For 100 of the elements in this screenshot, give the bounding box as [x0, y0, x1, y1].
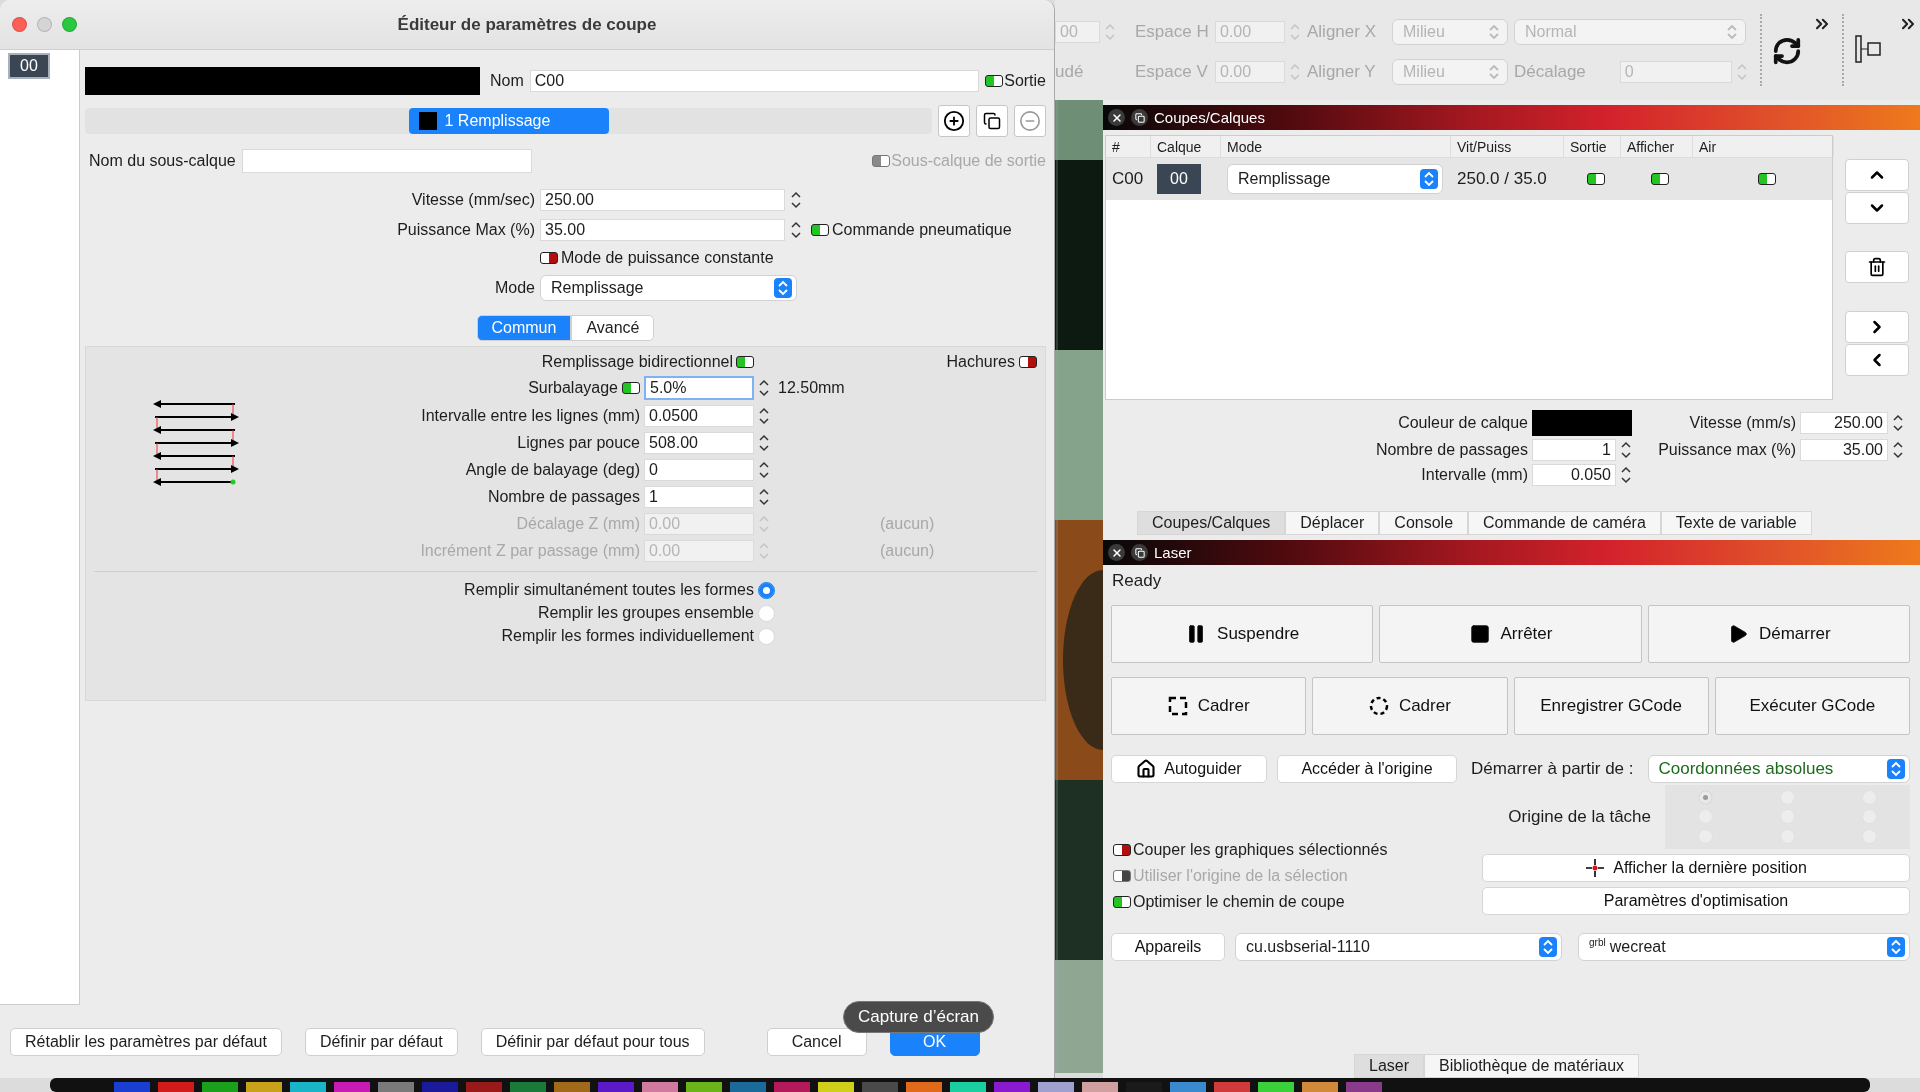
input-field[interactable]: 35.00	[540, 219, 785, 241]
toggle-switch[interactable]	[1757, 173, 1776, 185]
devices-button[interactable]: Appareils	[1111, 933, 1225, 961]
stepper-icon[interactable]	[1620, 439, 1632, 461]
show-position-button[interactable]: Afficher la dernière position	[1482, 854, 1910, 882]
optimization-button[interactable]: Paramètres d'optimisation	[1482, 887, 1910, 915]
delete-button[interactable]	[1845, 251, 1909, 283]
stepper-icon[interactable]	[790, 219, 802, 241]
layer-color-swatch[interactable]	[85, 67, 480, 95]
tab[interactable]: Texte de variable	[1660, 511, 1812, 535]
input-field[interactable]: 250.00	[540, 189, 785, 211]
tab[interactable]: Console	[1379, 511, 1469, 535]
input-field[interactable]: 0	[644, 459, 754, 481]
origin-radio[interactable]	[1698, 790, 1714, 806]
unit-label: (aucun)	[879, 542, 936, 560]
toggle-switch[interactable]	[1019, 356, 1037, 368]
dashed-square-icon	[1167, 696, 1188, 716]
toggle-switch[interactable]	[811, 224, 829, 236]
tab[interactable]: Déplacer	[1285, 511, 1380, 535]
layer-color-swatch[interactable]	[1532, 410, 1632, 436]
radio-button[interactable]	[758, 581, 775, 599]
input-field[interactable]	[241, 149, 532, 173]
origin-button[interactable]: Accéder à l'origine	[1277, 755, 1457, 783]
laser-button[interactable]: Suspendre	[1111, 605, 1374, 663]
laser-button[interactable]: Démarrer	[1647, 605, 1910, 663]
stepper-icon[interactable]	[1892, 412, 1904, 434]
column-header[interactable]: Vit/Puiss	[1451, 136, 1564, 157]
tab[interactable]: Bibliothèque de matériaux	[1424, 1054, 1640, 1078]
toggle-switch[interactable]	[1651, 173, 1669, 185]
cancel-button[interactable]: Cancel	[766, 1027, 867, 1056]
input-field[interactable]: 5.0%	[644, 376, 754, 400]
sync-icon[interactable]	[1772, 36, 1802, 66]
toggle-switch[interactable]	[1586, 173, 1605, 185]
input-field[interactable]: 0.0500	[644, 405, 754, 427]
input-field[interactable]: 250.00	[1800, 412, 1888, 434]
color-swatch	[418, 112, 437, 130]
laser-button[interactable]: Cadrer	[1111, 677, 1307, 735]
close-button[interactable]	[12, 17, 27, 32]
stepper-icon[interactable]	[1620, 464, 1632, 486]
column-header[interactable]: Afficher	[1621, 136, 1693, 157]
toggle-switch[interactable]	[622, 382, 640, 394]
stepper-icon[interactable]	[1892, 439, 1904, 461]
sublayer-tab[interactable]: 1 Remplissage	[408, 108, 609, 134]
tab[interactable]: Commun	[476, 315, 572, 341]
stepper-icon[interactable]	[758, 377, 770, 399]
input-field[interactable]: C00	[529, 70, 980, 92]
collapse-button[interactable]	[1845, 344, 1909, 376]
input-field[interactable]: 1	[1532, 439, 1616, 461]
laser-button[interactable]: Arrêter	[1379, 605, 1642, 663]
float-icon[interactable]	[1131, 109, 1148, 126]
unit-label: (aucun)	[879, 515, 936, 533]
tab[interactable]: Coupes/Calques	[1137, 511, 1286, 535]
dropdown-select[interactable]: $^{grbl}$ wecreat	[1578, 933, 1910, 961]
tab[interactable]: Avancé	[571, 315, 655, 341]
footer-button[interactable]: Rétablir les paramètres par défaut	[10, 1027, 282, 1056]
column-header[interactable]: Sortie	[1564, 136, 1621, 157]
remove-button[interactable]	[1014, 105, 1046, 137]
float-icon[interactable]	[1131, 544, 1148, 561]
laser-button[interactable]: Cadrer	[1312, 677, 1508, 735]
table-row[interactable]: C00 00 Remplissage 250.0 / 35.0	[1106, 158, 1832, 200]
stop-icon	[1468, 623, 1491, 645]
move-up-button[interactable]	[1845, 159, 1909, 191]
expand-button[interactable]	[1845, 311, 1909, 343]
dropdown-select[interactable]: Coordonnées absolues	[1647, 755, 1910, 783]
dropdown-select[interactable]: Remplissage	[1227, 164, 1443, 194]
stepper-icon[interactable]	[758, 405, 770, 427]
add-button[interactable]	[938, 105, 970, 137]
dropdown-select[interactable]: cu.usbserial-1110	[1235, 933, 1562, 961]
tab[interactable]: Laser	[1354, 1054, 1425, 1078]
input-field[interactable]: 1	[644, 486, 754, 508]
toggle-switch[interactable]	[736, 356, 754, 368]
dropdown-select[interactable]: Remplissage	[540, 275, 797, 301]
toggle-switch[interactable]	[540, 252, 558, 264]
stepper-icon[interactable]	[758, 486, 770, 508]
tab[interactable]: Commande de caméra	[1468, 511, 1661, 535]
close-icon[interactable]	[1108, 544, 1125, 561]
toggle-switch[interactable]	[1113, 896, 1131, 908]
layer-chip[interactable]: 00	[1157, 164, 1201, 194]
footer-button[interactable]: Définir par défaut pour tous	[480, 1027, 705, 1056]
copy-button[interactable]	[976, 105, 1008, 137]
stepper-icon[interactable]	[758, 459, 770, 481]
move-down-button[interactable]	[1845, 192, 1909, 224]
home-button[interactable]: Autoguider	[1111, 755, 1267, 783]
footer-button[interactable]: Définir par défaut	[304, 1027, 458, 1056]
column-header[interactable]: Air	[1693, 136, 1834, 157]
column-header[interactable]: Calque	[1151, 136, 1221, 157]
input-field[interactable]: 508.00	[644, 432, 754, 454]
stepper-icon[interactable]	[790, 189, 802, 211]
laser-button[interactable]: Enregistrer GCode	[1513, 677, 1709, 735]
input-field[interactable]: 0.050	[1532, 464, 1616, 486]
toggle-switch[interactable]	[1113, 844, 1131, 856]
laser-button[interactable]: Exécuter GCode	[1714, 677, 1910, 735]
toggle-label: Couper les graphiques sélectionnés	[1133, 841, 1388, 859]
layer-chip[interactable]: 00	[8, 53, 50, 79]
column-header[interactable]: Mode	[1221, 136, 1451, 157]
column-header[interactable]: #	[1106, 136, 1151, 157]
input-field[interactable]: 35.00	[1800, 439, 1888, 461]
close-icon[interactable]	[1108, 109, 1125, 126]
toggle-switch[interactable]	[985, 75, 1004, 87]
stepper-icon[interactable]	[758, 432, 770, 454]
